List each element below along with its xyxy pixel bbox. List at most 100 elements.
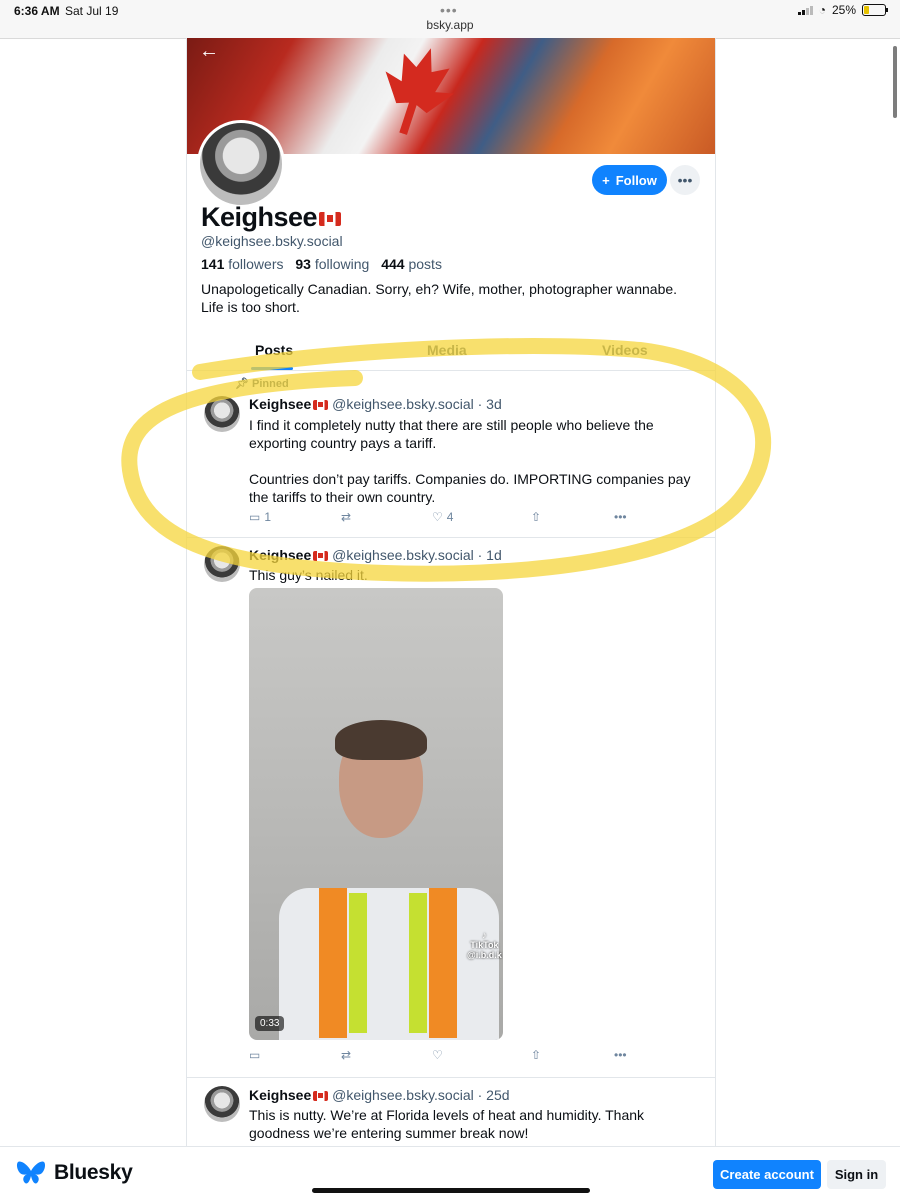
tab-posts[interactable]: Posts	[255, 342, 293, 358]
follow-label: Follow	[615, 172, 657, 188]
active-tab-indicator	[251, 367, 293, 370]
tiktok-icon: ♪	[482, 930, 487, 940]
butterfly-logo-icon[interactable]	[16, 1160, 46, 1186]
post-item[interactable]: Keighsee @keighsee.bsky.social · 25d Thi…	[187, 1078, 715, 1146]
post-author-handle[interactable]: @keighsee.bsky.social	[332, 1087, 474, 1103]
followers-label: followers	[228, 256, 284, 272]
post-actions: ▭ ⇄ ♡ ⇧ •••	[249, 1048, 649, 1066]
like-button[interactable]: ♡	[432, 1048, 443, 1062]
following-count: 93	[295, 256, 311, 272]
repost-icon: ⇄	[341, 1048, 352, 1062]
cellular-signal-icon	[797, 5, 813, 15]
tiktok-label: TikTok	[470, 940, 499, 950]
safety-vest-right	[409, 893, 427, 1033]
post-item-video[interactable]: Keighsee @keighsee.bsky.social · 1d This…	[187, 538, 715, 1078]
maple-leaf-graphic	[365, 38, 469, 146]
status-indicators: ◔ 25%	[797, 3, 888, 17]
status-bar: 6:36 AM Sat Jul 19 ••• bsky.app ◔ 25%	[0, 0, 900, 39]
post-timestamp[interactable]: · 3d	[478, 396, 502, 412]
following-stat[interactable]: 93 following	[295, 256, 369, 272]
heart-icon: ♡	[432, 1048, 443, 1062]
post-author-name[interactable]: Keighsee	[249, 1087, 311, 1103]
pin-icon: 📌︎	[235, 378, 249, 390]
post-actions: ▭ 1 ⇄ ♡ 4 ⇧ •••	[249, 510, 649, 528]
video-player[interactable]: ♪ TikTok @i.b.d.k 0:33	[249, 588, 503, 1040]
followers-count: 141	[201, 256, 225, 272]
status-time: 6:36 AM	[14, 4, 60, 18]
repost-button[interactable]: ⇄	[341, 510, 351, 524]
post-header: Keighsee @keighsee.bsky.social · 25d	[249, 1087, 510, 1103]
like-count: 4	[446, 510, 454, 524]
video-duration: 0:33	[255, 1016, 285, 1031]
follow-button[interactable]: + Follow	[592, 165, 667, 195]
reply-count: 1	[264, 510, 272, 524]
video-person-shirt	[279, 888, 499, 1040]
reply-button[interactable]: ▭ 1	[249, 510, 271, 524]
pinned-label: 📌︎ Pinned	[235, 377, 289, 390]
canada-flag-icon	[313, 551, 329, 562]
tab-videos[interactable]: Videos	[602, 342, 648, 358]
repost-button[interactable]: ⇄	[341, 1048, 351, 1062]
ellipsis-icon: •••	[677, 172, 693, 188]
safety-vest-left	[349, 893, 367, 1033]
post-author-name[interactable]: Keighsee	[249, 396, 311, 412]
post-more-button[interactable]: •••	[614, 510, 627, 524]
canada-flag-icon	[313, 1091, 329, 1102]
post-author-avatar[interactable]	[204, 1086, 240, 1122]
post-item-pinned[interactable]: 📌︎ Pinned Keighsee @keighsee.bsky.social…	[187, 372, 715, 538]
back-arrow-icon[interactable]: ←	[199, 40, 219, 63]
share-icon: ⇧	[531, 510, 542, 524]
post-author-avatar[interactable]	[204, 396, 240, 432]
reply-button[interactable]: ▭	[249, 1048, 260, 1062]
post-author-avatar[interactable]	[204, 546, 240, 582]
post-body: This guy’s nailed it.	[249, 567, 368, 583]
ellipsis-icon: •••	[614, 1048, 627, 1062]
followers-stat[interactable]: 141 followers	[201, 256, 284, 272]
brand-name[interactable]: Bluesky	[54, 1161, 133, 1185]
profile-stats: 141 followers 93 following 444 posts	[201, 256, 450, 272]
create-account-button[interactable]: Create account	[713, 1160, 821, 1189]
post-body: This is nutty. We’re at Florida levels o…	[249, 1107, 645, 1141]
comment-icon: ▭	[249, 1048, 261, 1062]
battery-percent: 25%	[831, 3, 856, 17]
page-scrollbar[interactable]	[893, 46, 897, 118]
following-label: following	[314, 256, 370, 272]
profile-display-name: Keighsee	[201, 202, 342, 233]
share-icon: ⇧	[531, 1048, 542, 1062]
post-header: Keighsee @keighsee.bsky.social · 1d	[249, 547, 502, 563]
sign-in-button[interactable]: Sign in	[827, 1160, 886, 1189]
tab-media[interactable]: Media	[427, 342, 467, 358]
profile-bio: Unapologetically Canadian. Sorry, eh? Wi…	[201, 281, 678, 315]
profile-column: ← + Follow ••• Keighsee @keighsee.bsky.s…	[186, 38, 716, 1146]
profile-handle: @keighsee.bsky.social	[201, 233, 343, 249]
browser-url[interactable]: bsky.app	[0, 18, 900, 32]
wifi-icon: ◔	[818, 3, 826, 17]
home-indicator[interactable]	[312, 1188, 590, 1193]
post-more-button[interactable]: •••	[614, 1048, 627, 1062]
share-button[interactable]: ⇧	[531, 1048, 541, 1062]
like-button[interactable]: ♡ 4	[432, 510, 453, 524]
tiktok-handle: @i.b.d.k	[467, 950, 502, 960]
harness-strap-left	[319, 888, 347, 1038]
browser-menu-dots[interactable]: •••	[440, 2, 458, 18]
posts-stat: 444 posts	[381, 256, 442, 272]
post-author-name[interactable]: Keighsee	[249, 547, 311, 563]
comment-icon: ▭	[249, 510, 261, 524]
status-date: Sat Jul 19	[65, 4, 119, 18]
profile-tabs: Posts Media Videos	[187, 334, 715, 371]
more-options-button[interactable]: •••	[670, 165, 700, 195]
share-button[interactable]: ⇧	[531, 510, 541, 524]
profile-avatar[interactable]	[197, 120, 285, 208]
posts-count: 444	[381, 256, 405, 272]
post-timestamp[interactable]: · 25d	[478, 1087, 510, 1103]
harness-strap-right	[429, 888, 457, 1038]
tiktok-watermark: ♪ TikTok @i.b.d.k	[467, 930, 502, 960]
post-timestamp[interactable]: · 1d	[478, 547, 502, 563]
ellipsis-icon: •••	[614, 510, 627, 524]
heart-icon: ♡	[432, 510, 443, 524]
battery-icon	[862, 4, 888, 16]
video-person-hair	[335, 720, 427, 760]
post-author-handle[interactable]: @keighsee.bsky.social	[332, 396, 474, 412]
canada-flag-icon	[313, 400, 329, 411]
post-author-handle[interactable]: @keighsee.bsky.social	[332, 547, 474, 563]
